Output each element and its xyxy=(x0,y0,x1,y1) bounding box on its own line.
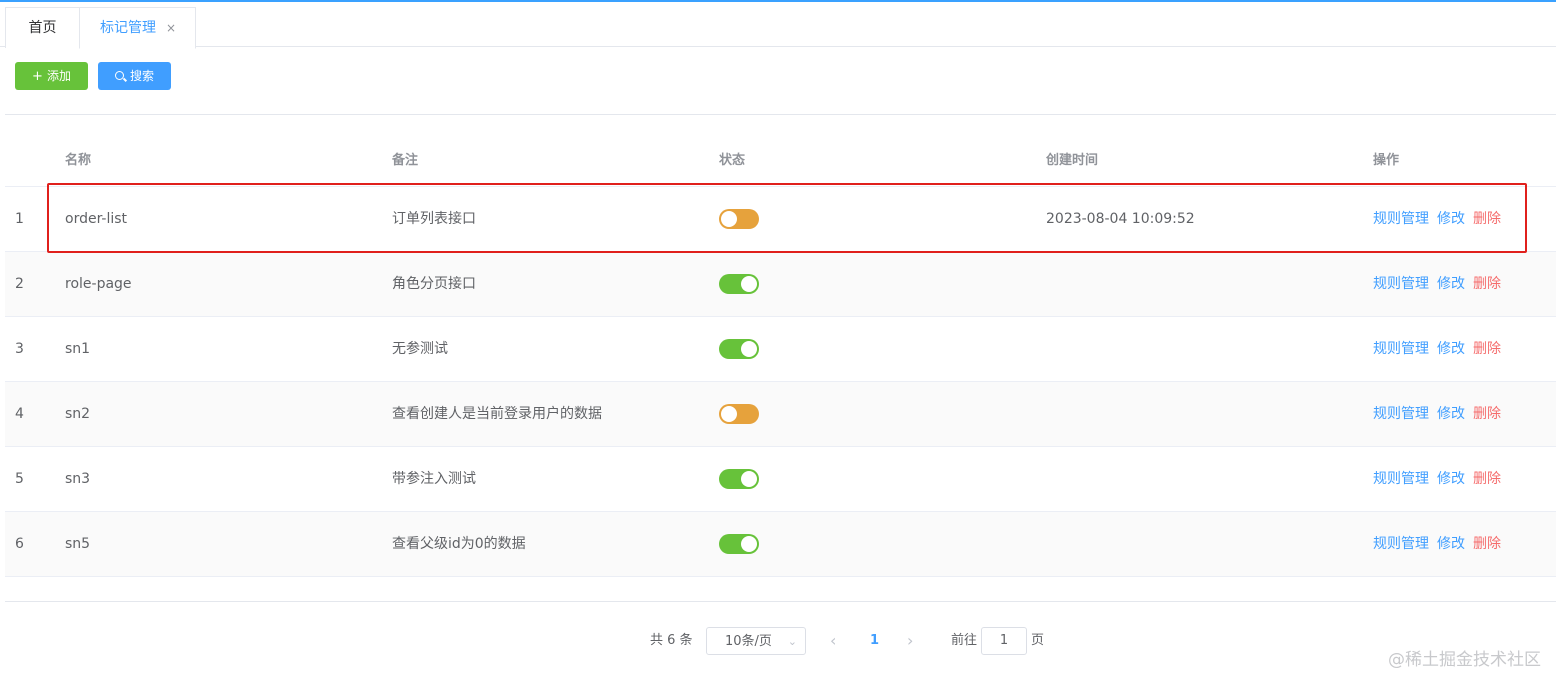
edit-link[interactable]: 修改 xyxy=(1437,211,1465,227)
toggle-knob xyxy=(741,471,757,487)
row-note: 订单列表接口 xyxy=(392,211,476,227)
delete-link[interactable]: 删除 xyxy=(1473,341,1501,357)
table-row: 5 sn3 带参注入测试 规则管理 修改 删除 xyxy=(5,447,1556,512)
header-ops: 操作 xyxy=(1373,153,1400,168)
tab-tag-management[interactable]: 标记管理 × xyxy=(79,7,196,49)
add-button[interactable]: + 添加 xyxy=(15,62,88,90)
rules-link[interactable]: 规则管理 xyxy=(1373,341,1429,357)
toggle-knob xyxy=(741,536,757,552)
row-actions: 规则管理 修改 删除 xyxy=(1373,187,1509,252)
delete-link[interactable]: 删除 xyxy=(1473,406,1501,422)
row-index: 1 xyxy=(15,211,24,227)
search-button-label: 搜索 xyxy=(129,69,154,83)
tab-home[interactable]: 首页 xyxy=(5,7,80,48)
row-name: order-list xyxy=(65,211,128,227)
header-note: 备注 xyxy=(392,153,419,168)
header-created: 创建时间 xyxy=(1046,153,1099,168)
tab-label: 标记管理 xyxy=(100,20,156,36)
row-actions: 规则管理 修改 删除 xyxy=(1373,382,1509,447)
row-name: role-page xyxy=(65,276,132,292)
row-actions: 规则管理 修改 删除 xyxy=(1373,447,1509,512)
data-table: 名称 备注 状态 创建时间 操作 1 order-list 订单列表接口 2023-0… xyxy=(5,135,1556,577)
edit-link[interactable]: 修改 xyxy=(1437,276,1465,292)
row-note: 无参测试 xyxy=(392,341,448,357)
row-index: 2 xyxy=(15,276,24,292)
row-name: sn5 xyxy=(65,536,91,552)
row-actions: 规则管理 修改 删除 xyxy=(1373,252,1509,317)
status-toggle[interactable] xyxy=(719,534,759,554)
row-index: 5 xyxy=(15,471,24,487)
page-size-value: 10条/页 xyxy=(725,634,772,649)
row-name: sn3 xyxy=(65,471,91,487)
page-size-select[interactable]: 10条/页 ⌄ xyxy=(706,627,806,655)
toggle-knob xyxy=(741,341,757,357)
row-index: 6 xyxy=(15,536,24,552)
table-row: 3 sn1 无参测试 规则管理 修改 删除 xyxy=(5,317,1556,382)
table-row: 1 order-list 订单列表接口 2023-08-04 10:09:52 规则管理… xyxy=(5,187,1556,252)
row-actions: 规则管理 修改 删除 xyxy=(1373,317,1509,382)
tab-bar: 首页 标记管理 × xyxy=(0,2,1556,49)
edit-link[interactable]: 修改 xyxy=(1437,341,1465,357)
goto-label: 前往 xyxy=(951,633,978,648)
toggle-knob xyxy=(721,211,737,227)
table-header: 名称 备注 状态 创建时间 操作 xyxy=(5,135,1556,187)
rules-link[interactable]: 规则管理 xyxy=(1373,406,1429,422)
row-note: 查看父级id为0的数据 xyxy=(392,536,526,552)
rules-link[interactable]: 规则管理 xyxy=(1373,276,1429,292)
toolbar-divider xyxy=(5,114,1556,115)
close-icon[interactable]: × xyxy=(166,8,176,48)
table-bottom-divider xyxy=(5,601,1556,602)
row-note: 角色分页接口 xyxy=(392,276,476,292)
row-name: sn2 xyxy=(65,406,91,422)
search-icon xyxy=(114,71,124,80)
rules-link[interactable]: 规则管理 xyxy=(1373,471,1429,487)
edit-link[interactable]: 修改 xyxy=(1437,471,1465,487)
status-toggle[interactable] xyxy=(719,404,759,424)
page-suffix-label: 页 xyxy=(1031,633,1045,648)
chevron-down-icon: ⌄ xyxy=(787,635,797,648)
table-row: 6 sn5 查看父级id为0的数据 规则管理 修改 删除 xyxy=(5,512,1556,577)
table-row: 4 sn2 查看创建人是当前登录用户的数据 规则管理 修改 删除 xyxy=(5,382,1556,447)
toggle-knob xyxy=(741,276,757,292)
row-index: 4 xyxy=(15,406,24,422)
delete-link[interactable]: 删除 xyxy=(1473,211,1501,227)
delete-link[interactable]: 删除 xyxy=(1473,536,1501,552)
row-note: 查看创建人是当前登录用户的数据 xyxy=(392,406,602,422)
header-status: 状态 xyxy=(719,153,746,168)
next-page-button[interactable]: › xyxy=(907,627,913,655)
table-body: 1 order-list 订单列表接口 2023-08-04 10:09:52 规则管理… xyxy=(5,187,1556,577)
status-toggle[interactable] xyxy=(719,339,759,359)
header-name: 名称 xyxy=(65,153,92,168)
status-toggle[interactable] xyxy=(719,274,759,294)
status-toggle[interactable] xyxy=(719,469,759,489)
watermark: @稀土掘金技术社区 xyxy=(1388,650,1541,670)
row-created: 2023-08-04 10:09:52 xyxy=(1046,211,1195,227)
search-button[interactable]: 搜索 xyxy=(98,62,171,90)
add-button-label: 添加 xyxy=(46,69,71,83)
goto-page-input[interactable] xyxy=(981,627,1027,655)
prev-page-button[interactable]: ‹ xyxy=(830,627,836,655)
delete-link[interactable]: 删除 xyxy=(1473,471,1501,487)
row-index: 3 xyxy=(15,341,24,357)
page-number-current[interactable]: 1 xyxy=(870,627,879,655)
rules-link[interactable]: 规则管理 xyxy=(1373,536,1429,552)
toggle-knob xyxy=(721,406,737,422)
row-actions: 规则管理 修改 删除 xyxy=(1373,512,1509,577)
table-row: 2 role-page 角色分页接口 规则管理 修改 删除 xyxy=(5,252,1556,317)
status-toggle[interactable] xyxy=(719,209,759,229)
pagination-total: 共 6 条 xyxy=(650,633,693,648)
delete-link[interactable]: 删除 xyxy=(1473,276,1501,292)
edit-link[interactable]: 修改 xyxy=(1437,406,1465,422)
edit-link[interactable]: 修改 xyxy=(1437,536,1465,552)
plus-icon: + xyxy=(32,69,43,84)
row-note: 带参注入测试 xyxy=(392,471,476,487)
rules-link[interactable]: 规则管理 xyxy=(1373,211,1429,227)
row-name: sn1 xyxy=(65,341,91,357)
